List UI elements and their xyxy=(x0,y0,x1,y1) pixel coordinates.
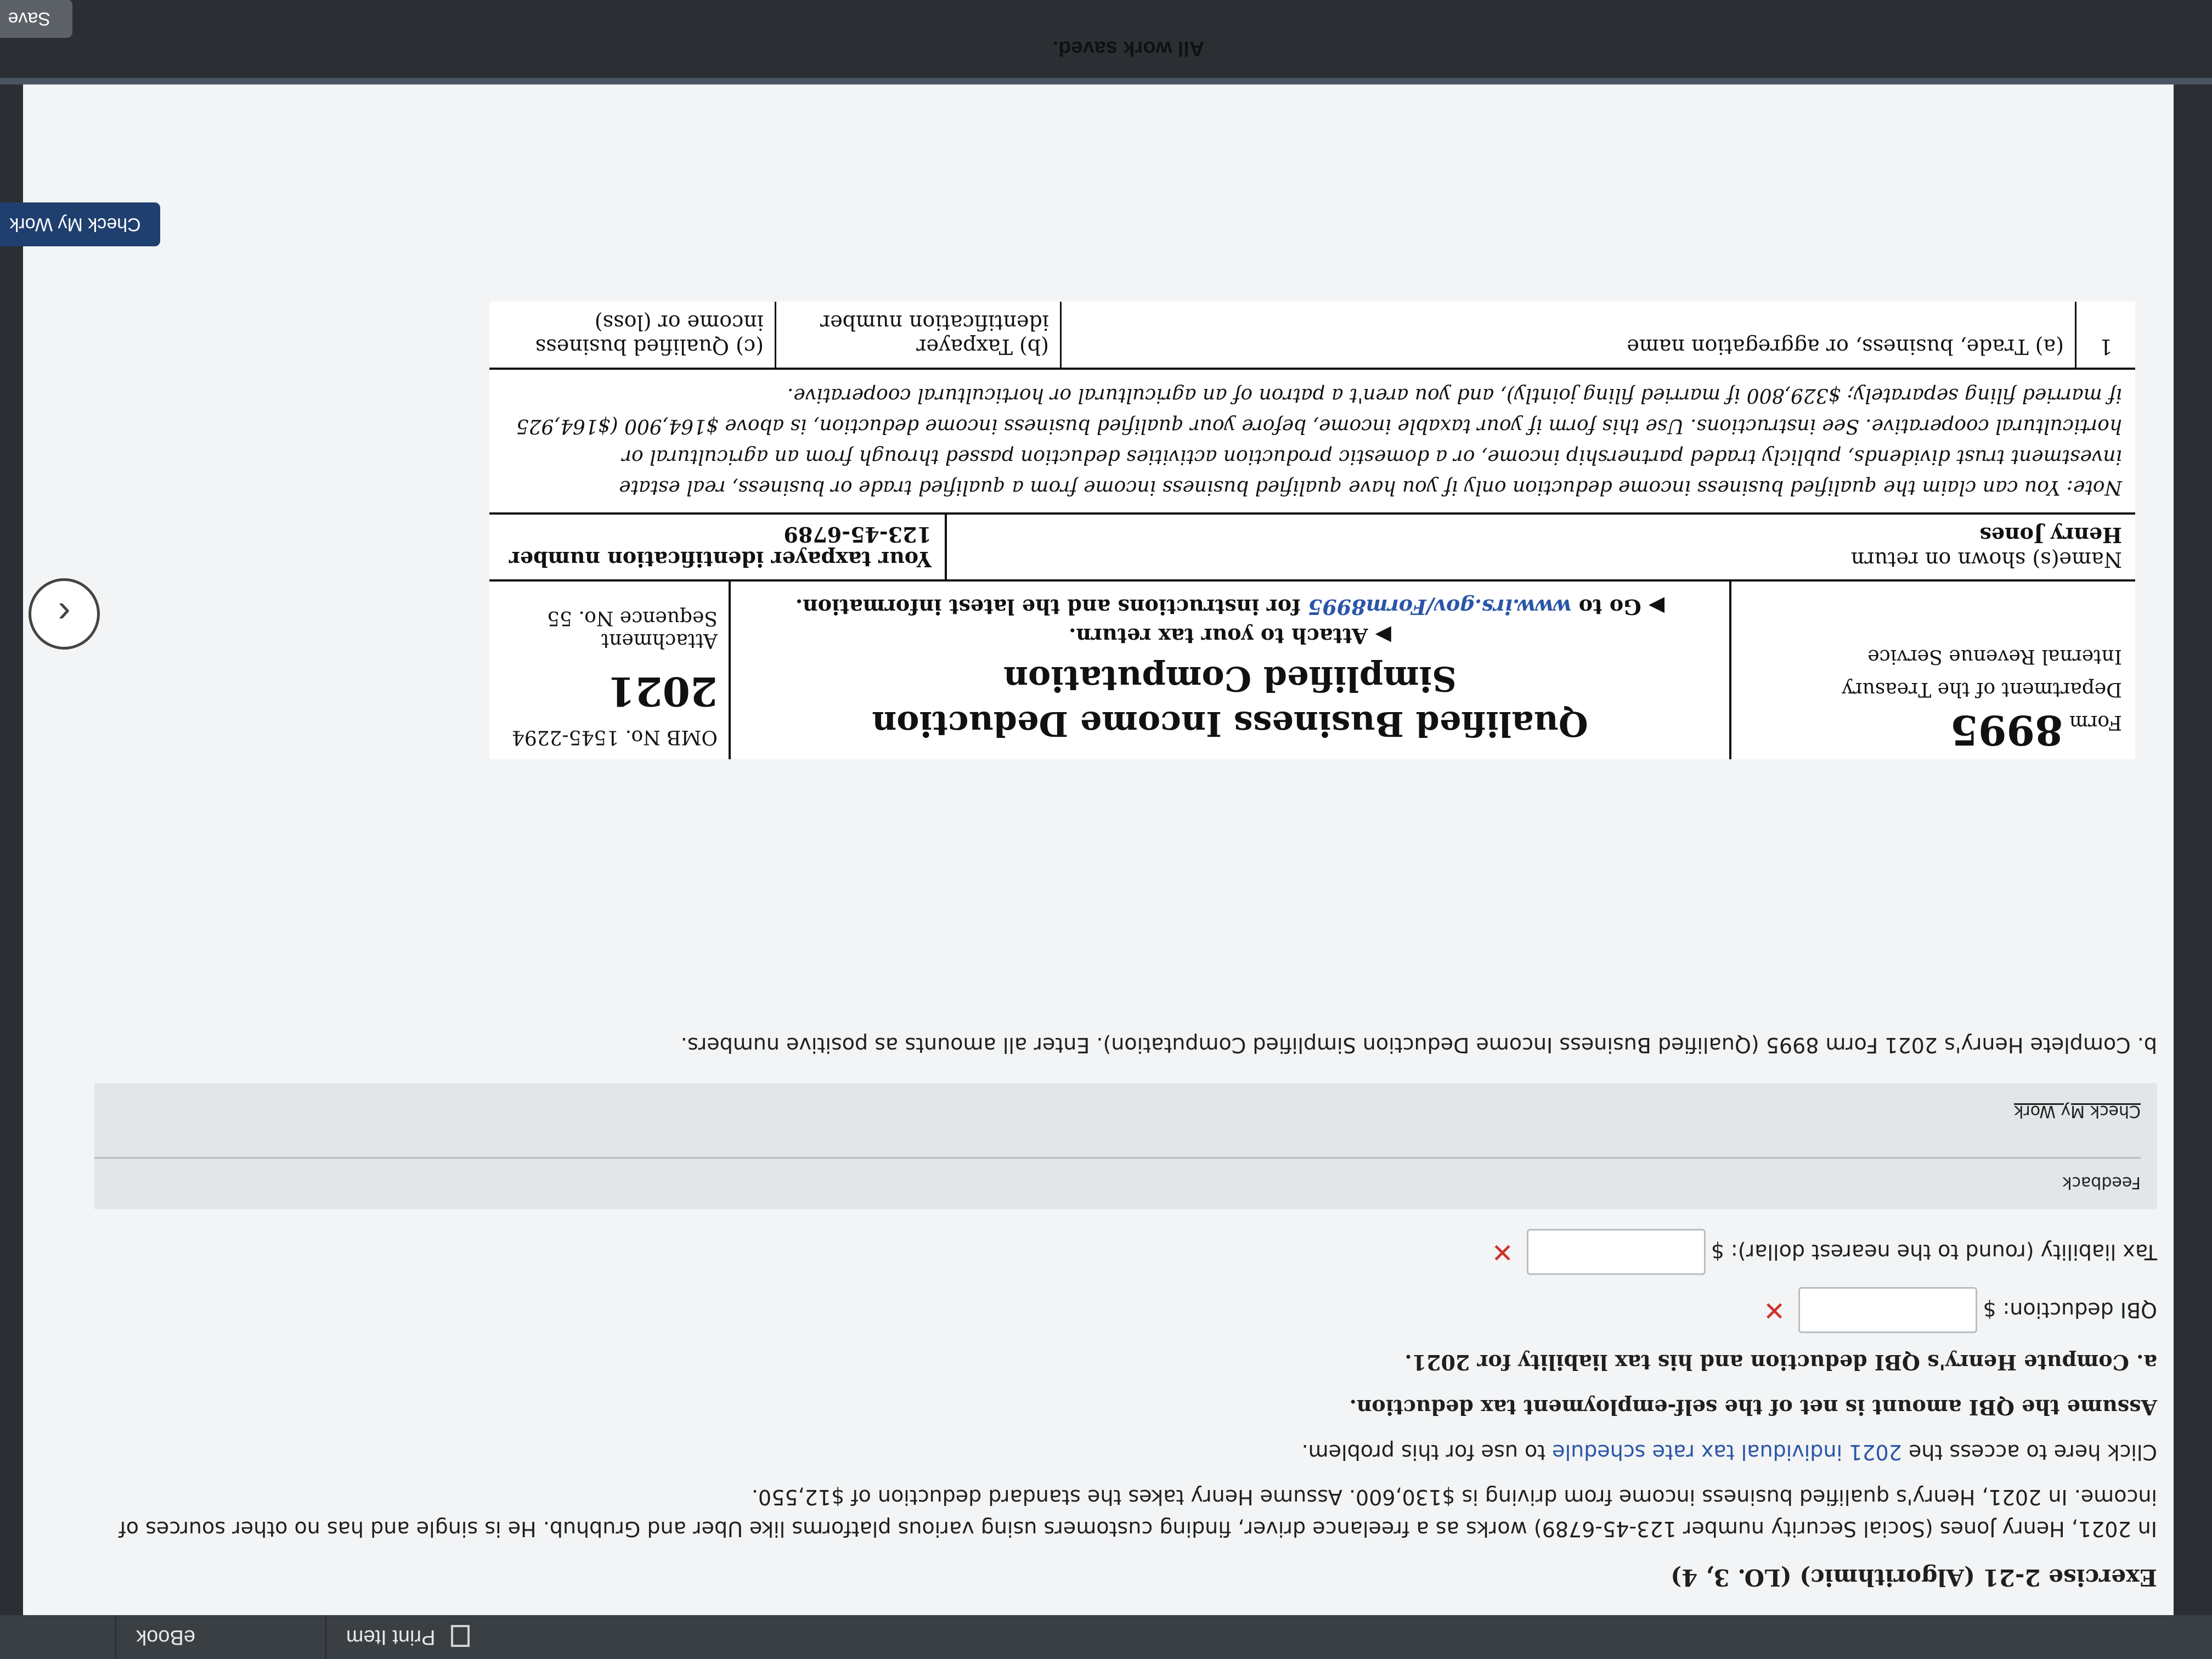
save-button[interactable]: Save a xyxy=(0,0,72,38)
qbi-label: QBI deduction: $ xyxy=(1983,1298,2157,1322)
form-header: Form 8995 Department of the Treasury Int… xyxy=(489,579,2135,759)
form-number: 8995 xyxy=(1950,706,2063,753)
footer-divider xyxy=(0,78,2212,84)
irs-form-link[interactable]: www.irs.gov/Form8995 xyxy=(1308,595,1572,619)
column-b-header: (b) Taxpayer identification number xyxy=(775,302,1060,368)
feedback-label[interactable]: Feedback xyxy=(2062,1166,2141,1198)
incorrect-icon: ✕ xyxy=(1763,1295,1786,1325)
previous-arrow-icon[interactable]: ‹ xyxy=(29,578,100,650)
names-label: Name(s) shown on return xyxy=(1850,548,2122,572)
qbi-deduction-input[interactable] xyxy=(1798,1287,1978,1333)
screen: eBook Print Item Exercise 2-21 (Algorith… xyxy=(0,0,2212,1659)
exercise-page: Exercise 2-21 (Algorithmic) (LO. 3, 4) I… xyxy=(23,84,2174,1615)
tin-label: Your taxpayer identification number xyxy=(509,547,932,572)
incorrect-icon: ✕ xyxy=(1491,1237,1514,1267)
print-icon xyxy=(451,1625,470,1647)
check-my-work-button[interactable]: Check My Work xyxy=(0,202,160,246)
form-note: Note: You can claim the qualified busine… xyxy=(489,368,2135,512)
tax-liability-input[interactable] xyxy=(1526,1229,1706,1275)
part-a-prompt: a. Compute Henry's QBI deduction and his… xyxy=(1404,1350,2157,1375)
form-year: 2021 xyxy=(607,668,718,715)
form-id-block: Form 8995 Department of the Treasury Int… xyxy=(1729,582,2135,759)
goto-prefix: ▶ Go to xyxy=(1571,595,1665,619)
sequence-number: Sequence No. 55 xyxy=(547,607,718,629)
form-title-block: Qualified Business Income Deduction Simp… xyxy=(731,582,1729,759)
click-suffix: to use for this problem. xyxy=(1301,1440,1553,1464)
column-c-header: (c) Qualified business income or (loss) xyxy=(535,311,764,359)
feedback-divider xyxy=(94,1157,2141,1159)
tin-value: 123-45-6789 xyxy=(783,522,932,547)
tab-ebook[interactable]: eBook xyxy=(115,1615,215,1659)
form-8995: Form 8995 Department of the Treasury Int… xyxy=(489,302,2135,759)
form-omb-block: OMB No. 1545-2294 2021 Attachment Sequen… xyxy=(489,582,731,759)
form-title-1: Qualified Business Income Deduction xyxy=(872,704,1588,744)
top-toolbar: eBook Print Item xyxy=(0,1615,2212,1659)
goto-note: ▶ Go to www.irs.gov/Form8995 for instruc… xyxy=(747,595,1713,619)
name-block: Name(s) shown on return Henry Jones xyxy=(945,515,2135,579)
dept-treasury: Department of the Treasury xyxy=(1842,678,2122,701)
tab-print-item-label: Print Item xyxy=(346,1626,436,1649)
irs-label: Internal Revenue Service xyxy=(1867,645,2122,668)
rate-schedule-link[interactable]: 2021 individual tax rate schedule xyxy=(1552,1440,1902,1464)
form-title-2: Simplified Computation xyxy=(1003,659,1457,699)
exercise-content: Exercise 2-21 (Algorithmic) (LO. 3, 4) I… xyxy=(94,1016,2157,1593)
click-prefix: Click here to access the xyxy=(1901,1440,2157,1464)
tax-liability-row: Tax liability (round to the nearest doll… xyxy=(94,1229,2157,1275)
save-status: All work saved. xyxy=(1052,37,1205,60)
feedback-panel: Feedback Check My Work xyxy=(94,1083,2157,1209)
exercise-title: Exercise 2-21 (Algorithmic) (LO. 3, 4) xyxy=(1671,1564,2157,1591)
column-a-header: (a) Trade, business, or aggregation name xyxy=(1060,302,2075,368)
line-number: 1 xyxy=(2075,302,2135,368)
tab-ebook-label: eBook xyxy=(136,1626,195,1649)
assumption-text: Assume the QBI amount is net of the self… xyxy=(1349,1395,2157,1420)
feedback-check-my-work[interactable]: Check My Work xyxy=(2014,1095,2141,1127)
exercise-intro: In 2021, Henry Jones (Social Security nu… xyxy=(119,1485,2157,1541)
tab-print-item[interactable]: Print Item xyxy=(325,1615,489,1659)
tin-block: Your taxpayer identification number 123-… xyxy=(489,515,945,579)
names-row: Name(s) shown on return Henry Jones Your… xyxy=(489,512,2135,579)
tax-liability-label: Tax liability (round to the nearest doll… xyxy=(1711,1240,2157,1264)
name-value: Henry Jones xyxy=(1979,523,2122,548)
qbi-row: QBI deduction: $ ✕ xyxy=(94,1287,2157,1333)
line-1-header: 1 (a) Trade, business, or aggregation na… xyxy=(489,302,2135,368)
rate-schedule-instruction: Click here to access the 2021 individual… xyxy=(94,1436,2157,1468)
omb-number: OMB No. 1545-2294 xyxy=(511,726,718,748)
attachment-label: Attachment xyxy=(601,629,718,652)
part-b-prompt: b. Complete Henry's 2021 Form 8995 (Qual… xyxy=(680,1033,2157,1057)
goto-suffix: for instructions and the latest informat… xyxy=(795,595,1308,619)
attach-note: ▶ Attach to your tax return. xyxy=(1069,624,1391,648)
form-label: Form xyxy=(2069,711,2122,733)
